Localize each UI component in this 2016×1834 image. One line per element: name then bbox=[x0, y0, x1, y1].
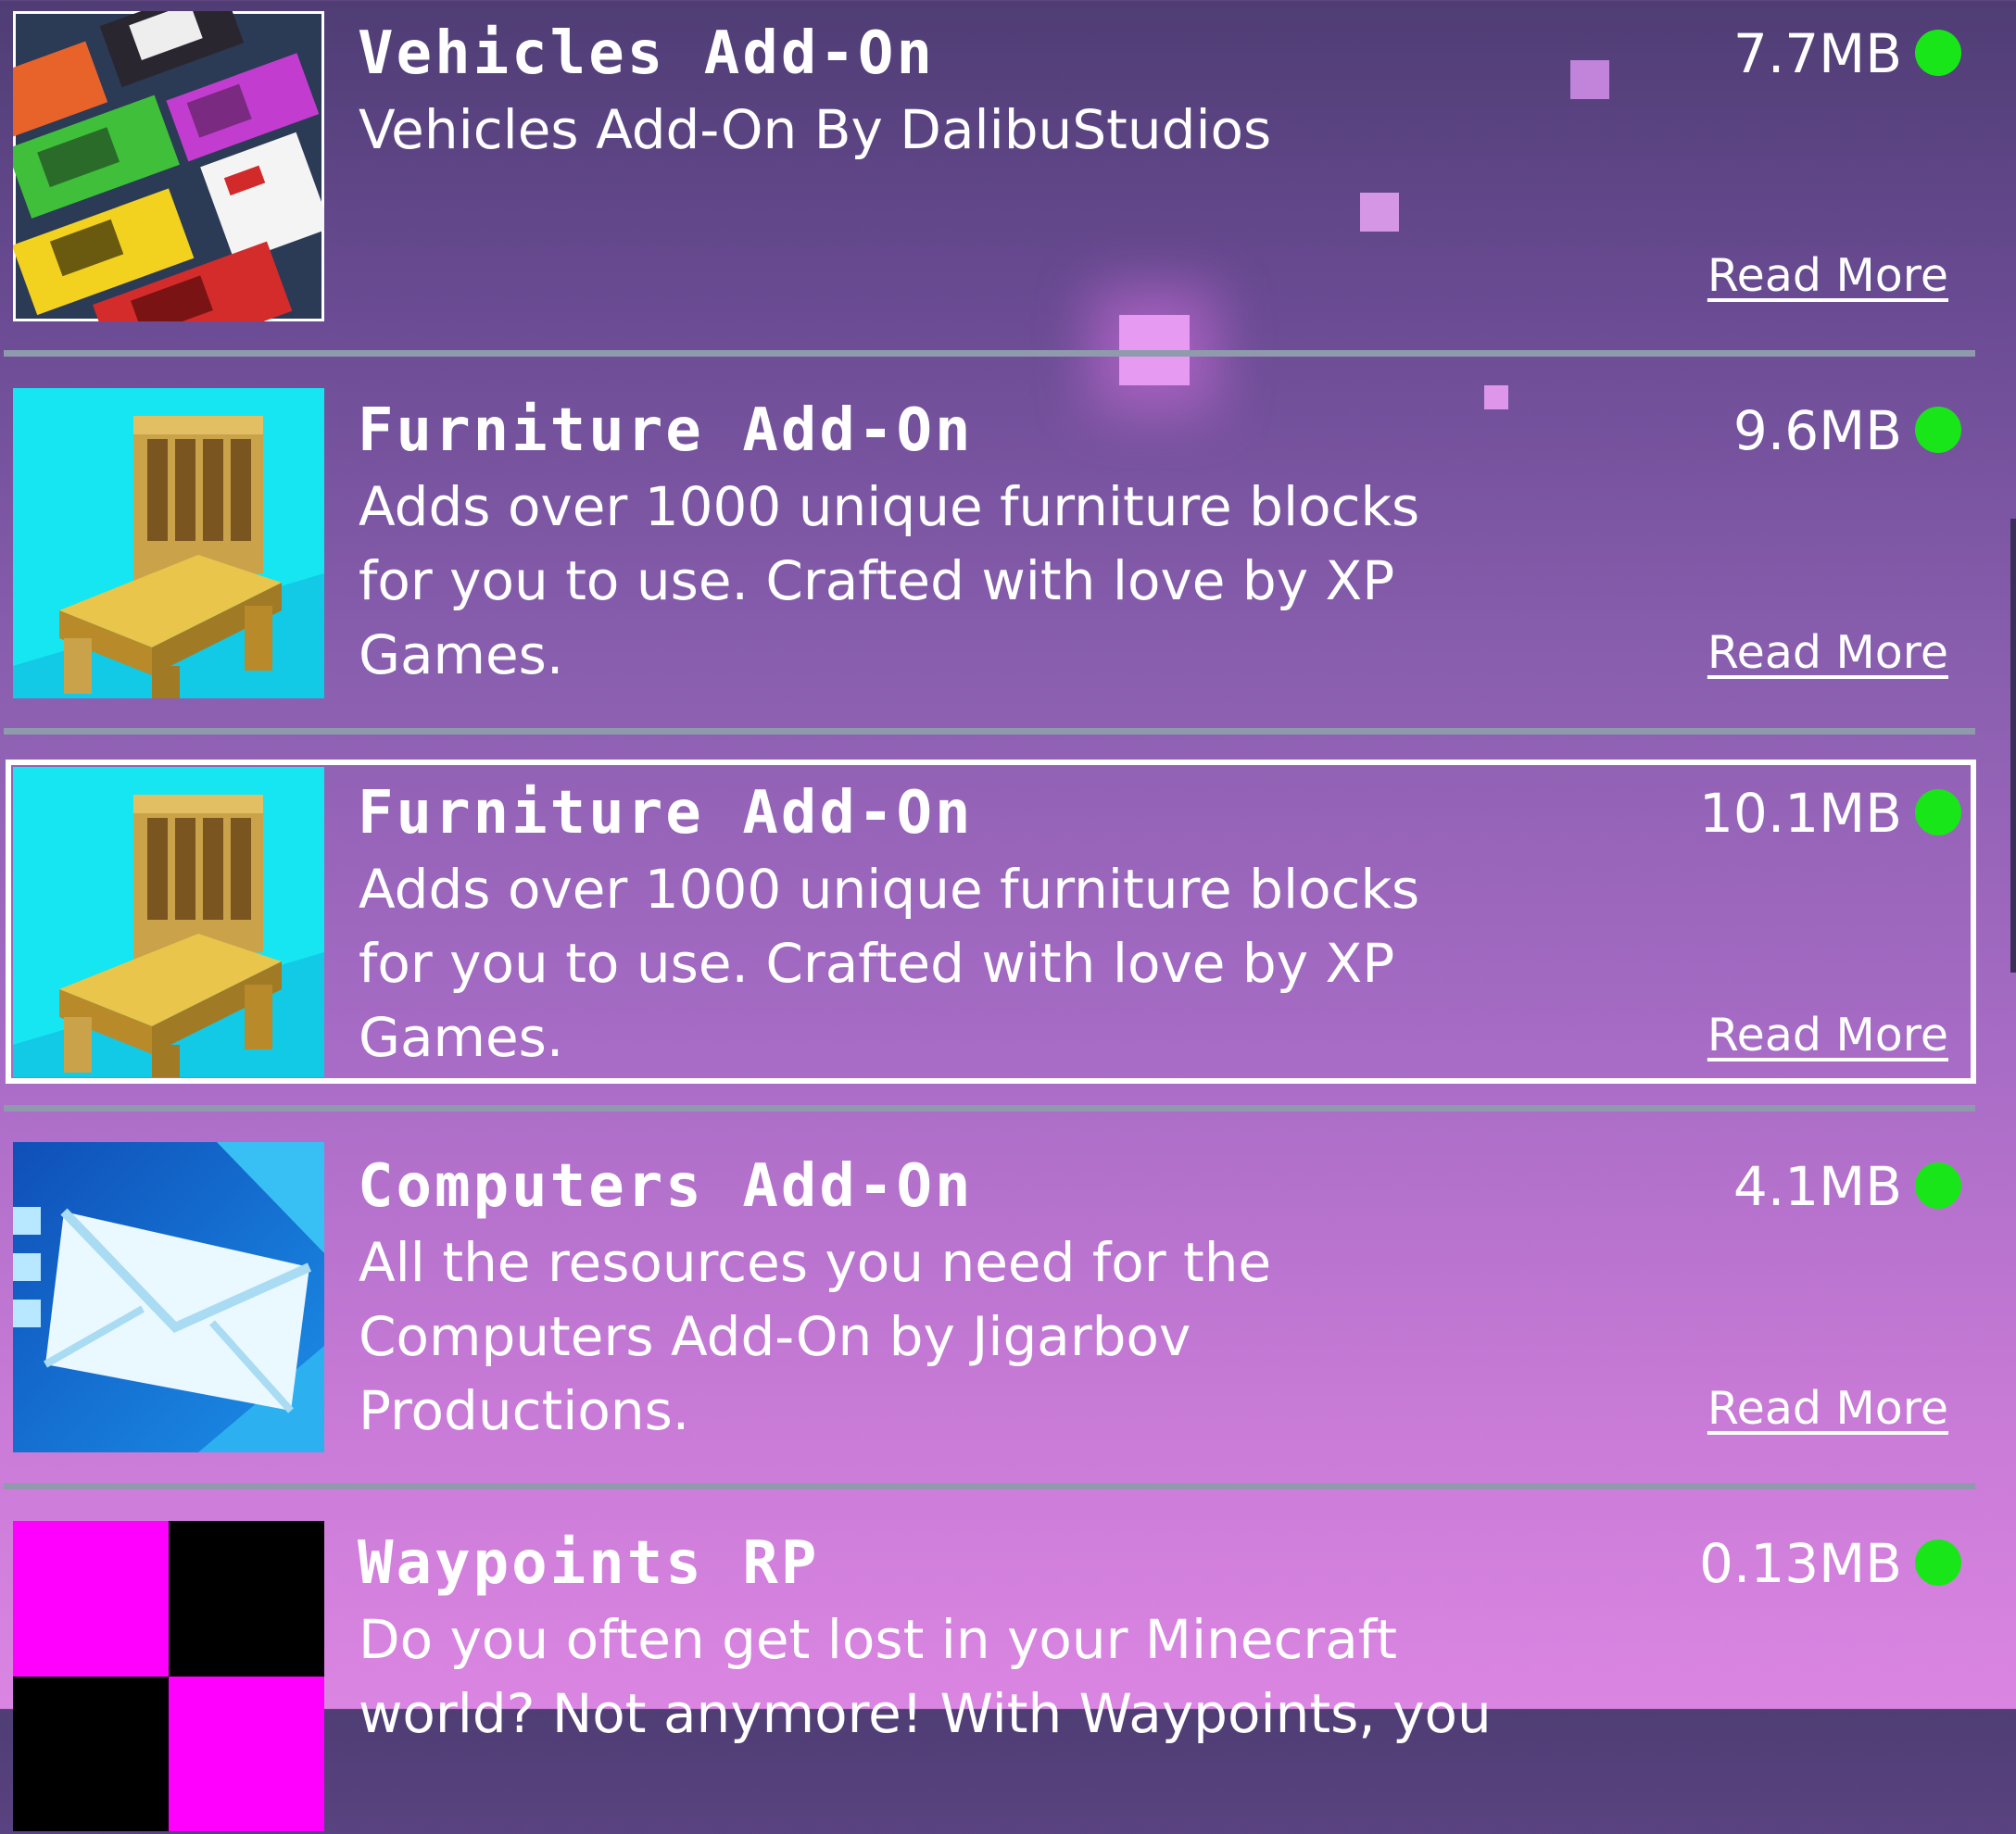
item-size: 4.1MB bbox=[1732, 1155, 1902, 1218]
divider bbox=[4, 1483, 1975, 1489]
item-description: Vehicles Add-On By DalibuStudios bbox=[359, 98, 1272, 161]
item-title: Waypoints RP bbox=[358, 1529, 820, 1598]
item-description: Adds over 1000 unique furniture blocks f… bbox=[359, 858, 1420, 1069]
list-item-furniture-selected[interactable]: Furniture Add-On Adds over 1000 unique f… bbox=[6, 760, 1976, 1084]
scrollbar[interactable] bbox=[2010, 519, 2016, 973]
item-size: 0.13MB bbox=[1699, 1532, 1902, 1595]
checker-thumbnail bbox=[13, 1521, 324, 1831]
divider bbox=[4, 350, 1975, 357]
status-dot-icon bbox=[1915, 1162, 1961, 1209]
item-size: 10.1MB bbox=[1699, 782, 1902, 845]
item-size: 7.7MB bbox=[1732, 22, 1902, 85]
status-dot-icon bbox=[1915, 30, 1961, 76]
list-item-waypoints[interactable]: Waypoints RP Do you often get lost in yo… bbox=[6, 1510, 1976, 1834]
status-dot-icon bbox=[1915, 407, 1961, 453]
item-title: Furniture Add-On bbox=[358, 396, 974, 465]
status-dot-icon bbox=[1915, 789, 1961, 835]
item-description: All the resources you need for the Compu… bbox=[359, 1231, 1272, 1442]
item-title: Vehicles Add-On bbox=[358, 19, 935, 88]
list-item-furniture[interactable]: Furniture Add-On Adds over 1000 unique f… bbox=[6, 377, 1976, 701]
item-size: 9.6MB bbox=[1732, 399, 1902, 462]
read-more-link[interactable]: Read More bbox=[1707, 250, 1958, 302]
item-title: Furniture Add-On bbox=[358, 779, 974, 848]
chair-thumbnail bbox=[13, 388, 324, 698]
divider bbox=[4, 1105, 1975, 1112]
vehicles-thumbnail bbox=[13, 11, 324, 321]
item-title: Computers Add-On bbox=[358, 1152, 974, 1221]
chair-thumbnail bbox=[13, 767, 324, 1077]
item-description: Do you often get lost in your Minecraft … bbox=[359, 1608, 1492, 1745]
addon-list-screen: Vehicles Add-On Vehicles Add-On By Dalib… bbox=[0, 0, 2016, 1831]
read-more-link[interactable]: Read More bbox=[1707, 627, 1958, 679]
divider bbox=[4, 728, 1975, 735]
list-item-computers[interactable]: Computers Add-On All the resources you n… bbox=[6, 1133, 1976, 1457]
status-dot-icon bbox=[1915, 1539, 1961, 1586]
read-more-link[interactable]: Read More bbox=[1707, 1383, 1958, 1435]
list-item-vehicles[interactable]: Vehicles Add-On Vehicles Add-On By Dalib… bbox=[6, 0, 1976, 324]
item-description: Adds over 1000 unique furniture blocks f… bbox=[359, 475, 1420, 686]
read-more-link[interactable]: Read More bbox=[1707, 1010, 1958, 1061]
envelope-thumbnail bbox=[13, 1142, 324, 1452]
